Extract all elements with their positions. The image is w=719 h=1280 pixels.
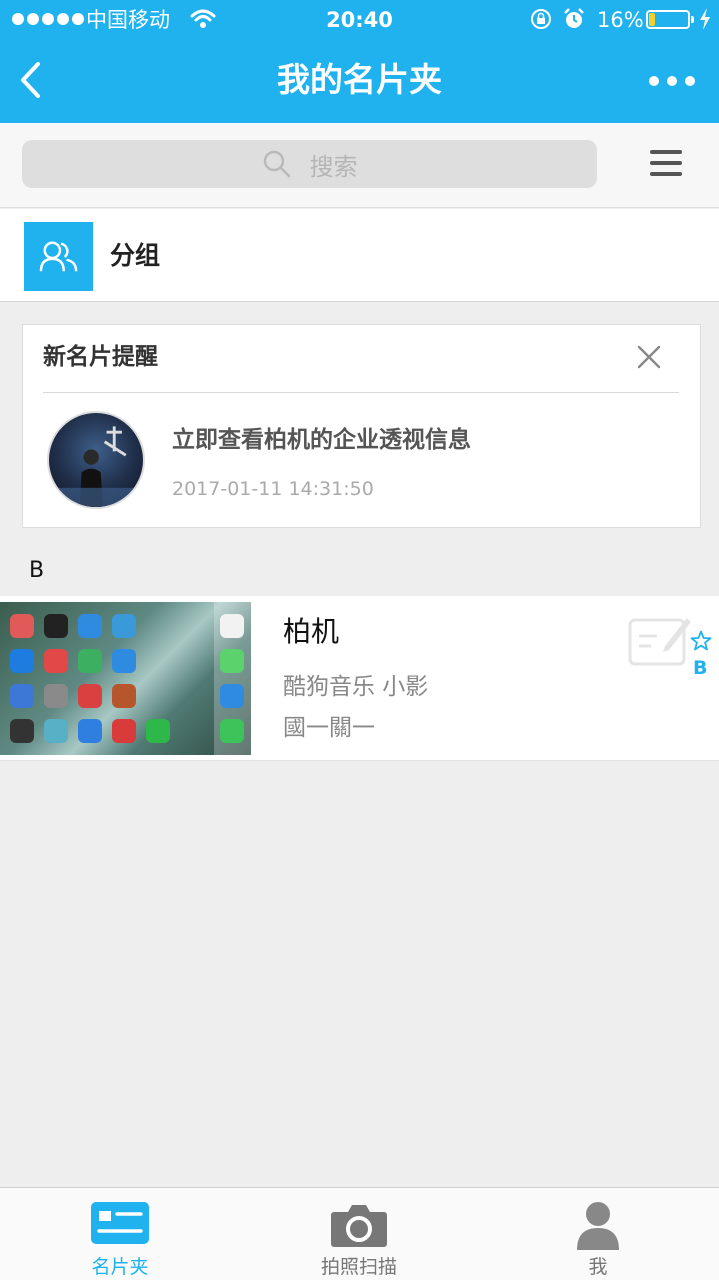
divider xyxy=(43,392,679,393)
tab-bar: 名片夹 拍照扫描 我 xyxy=(0,1187,719,1280)
menu-icon[interactable] xyxy=(650,148,686,180)
star-group-letter: B xyxy=(693,657,708,679)
star-icon[interactable] xyxy=(690,630,712,652)
rotation-lock-icon xyxy=(531,9,551,29)
search-bar-area: 搜索 xyxy=(0,123,719,208)
tab-card-holder[interactable]: 名片夹 xyxy=(40,1188,200,1280)
card-holder-icon xyxy=(91,1202,149,1244)
search-input[interactable]: 搜索 xyxy=(22,140,597,188)
page-title: 我的名片夹 xyxy=(277,60,442,99)
reminder-timestamp: 2017-01-11 14:31:50 xyxy=(172,478,374,500)
group-row[interactable]: 分组 xyxy=(0,209,719,302)
card-name: 柏机 xyxy=(283,615,340,648)
reminder-title: 新名片提醒 xyxy=(43,344,158,370)
status-bar: 中国移动 20:40 16% xyxy=(0,0,719,40)
tab-label: 名片夹 xyxy=(91,1256,149,1278)
more-options-icon[interactable] xyxy=(644,66,700,96)
section-index-letter: B xyxy=(29,558,45,583)
camera-icon xyxy=(331,1205,387,1247)
search-icon xyxy=(263,150,290,178)
group-icon xyxy=(24,222,93,291)
card-thumbnail xyxy=(0,602,251,755)
tab-me[interactable]: 我 xyxy=(518,1188,678,1280)
list-item[interactable]: 柏机 酷狗音乐 小影 國一關一 B xyxy=(0,596,719,761)
card-detail-line-2: 國一關一 xyxy=(283,715,375,741)
tab-photo-scan[interactable]: 拍照扫描 xyxy=(279,1188,439,1280)
app-header: 中国移动 20:40 16% 我的名片夹 xyxy=(0,0,719,123)
battery-percentage: 16% xyxy=(597,8,644,32)
battery-icon xyxy=(646,10,694,29)
card-detail-line-1: 酷狗音乐 小影 xyxy=(283,674,429,700)
group-label: 分组 xyxy=(110,241,161,270)
tab-label: 拍照扫描 xyxy=(320,1256,397,1278)
close-icon[interactable] xyxy=(633,341,665,373)
charging-bolt-icon xyxy=(700,8,710,30)
alarm-icon xyxy=(564,8,584,28)
search-placeholder: 搜索 xyxy=(309,152,358,181)
edit-note-icon[interactable] xyxy=(627,612,693,668)
avatar[interactable] xyxy=(47,411,145,509)
reminder-message[interactable]: 立即查看柏机的企业透视信息 xyxy=(172,423,471,457)
tab-label: 我 xyxy=(588,1256,608,1278)
person-icon xyxy=(577,1202,619,1250)
new-card-reminder: 新名片提醒 立即查看柏机的企业透视信息 2017-01-11 14:31:50 xyxy=(22,324,701,528)
